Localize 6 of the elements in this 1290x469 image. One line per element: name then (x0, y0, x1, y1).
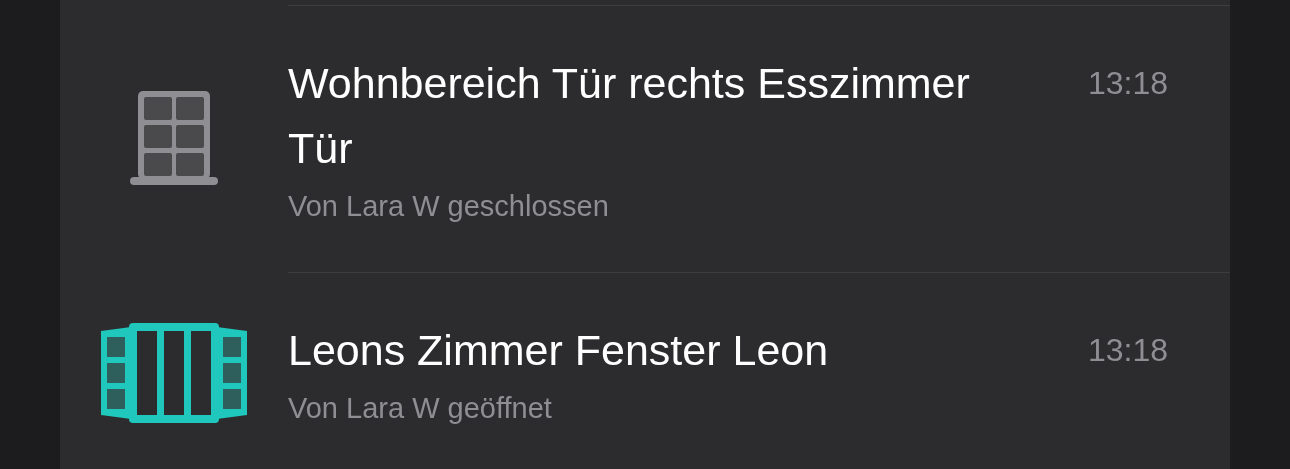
event-time: 13:18 (1087, 64, 1168, 103)
event-subtitle: Von Lara W geöffnet (288, 391, 553, 426)
event-time: 13:18 (1087, 331, 1168, 370)
event-title: Leons Zimmer Fenster Leon (288, 325, 830, 376)
event-subtitle: Von Lara W geschlossen (288, 189, 610, 224)
event-title: Wohnbereich Tür rechts Esszimmer Tür (288, 58, 971, 174)
